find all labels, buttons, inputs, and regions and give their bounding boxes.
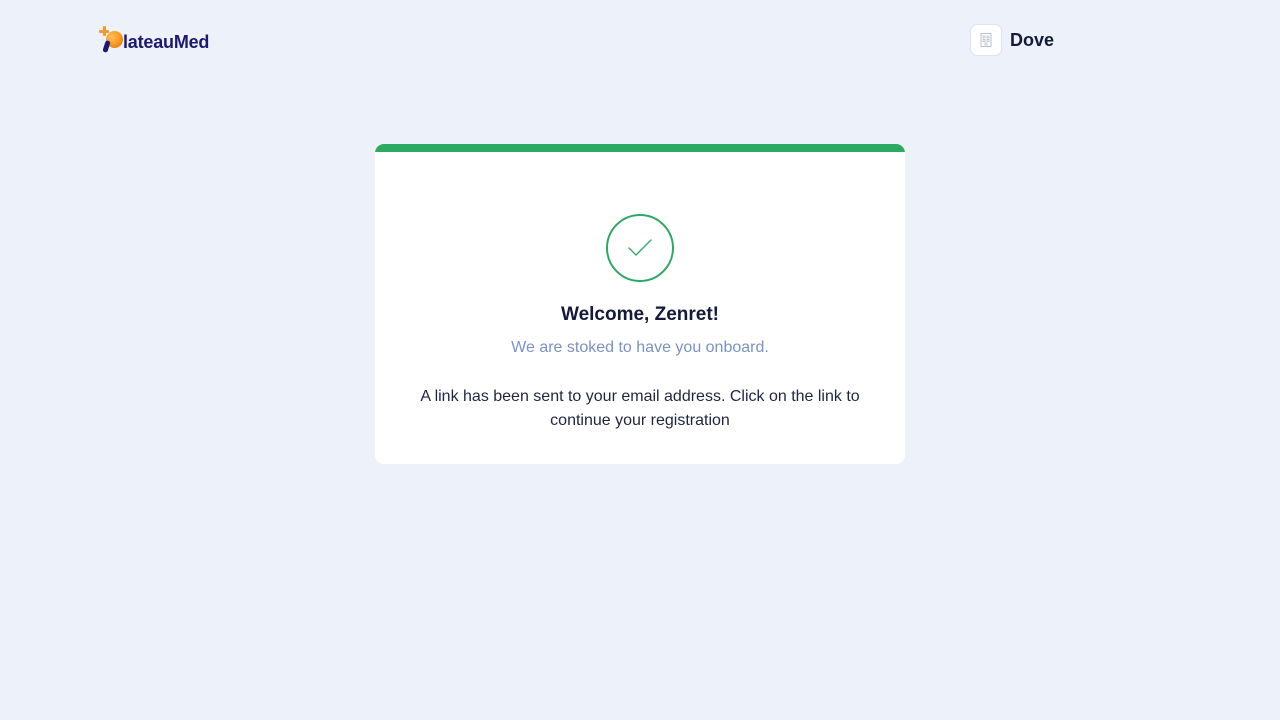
card-accent-bar <box>375 144 905 152</box>
organization-switcher[interactable]: Dove <box>970 24 1054 56</box>
logo-text: lateauMed <box>123 31 210 52</box>
organization-name: Dove <box>1010 29 1055 50</box>
plateaumed-logo[interactable]: lateauMed <box>99 26 209 54</box>
plateaumed-logo-icon <box>99 26 125 54</box>
welcome-subtitle: We are stoked to have you onboard. <box>511 339 769 356</box>
welcome-card: Welcome, Zenret! We are stoked to have y… <box>375 144 905 464</box>
check-circle-icon <box>606 214 674 282</box>
welcome-title: Welcome, Zenret! <box>560 304 720 325</box>
organization-avatar <box>970 24 1002 56</box>
registration-message: A link has been sent to your email addre… <box>420 388 860 429</box>
building-icon <box>980 33 992 47</box>
